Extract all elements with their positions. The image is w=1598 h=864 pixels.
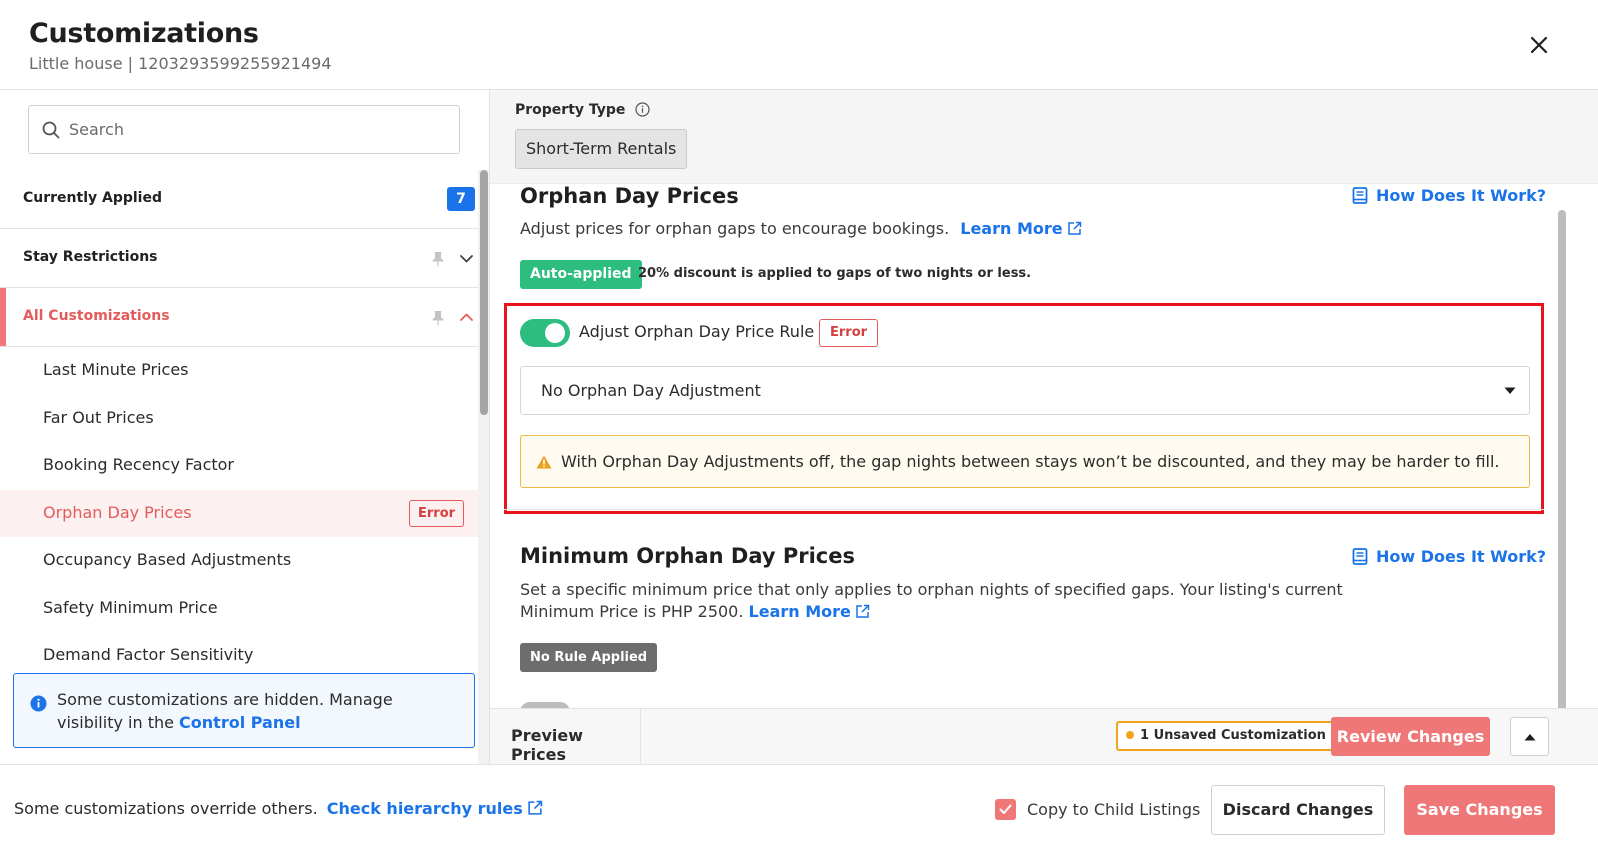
unsaved-dot-icon (1126, 731, 1134, 739)
auto-applied-badge: Auto-applied (520, 260, 642, 289)
expand-up-button[interactable] (1510, 717, 1549, 756)
error-badge: Error (819, 319, 879, 347)
pin-icon[interactable] (431, 310, 445, 326)
sidebar-item-label: Occupancy Based Adjustments (43, 550, 292, 569)
learn-more-label: Learn More (748, 602, 851, 621)
page-title: Customizations (29, 18, 259, 49)
unsaved-text: 1 Unsaved Customization (1140, 728, 1326, 743)
sidebar-item-orphan-day-prices[interactable]: Orphan Day Prices Error (0, 489, 478, 537)
select-value: No Orphan Day Adjustment (541, 381, 761, 400)
book-icon (1352, 187, 1368, 204)
learn-more-link[interactable]: Learn More (749, 602, 870, 621)
sidebar-item-booking-recency-factor[interactable]: Booking Recency Factor (0, 442, 478, 490)
section-label: Stay Restrictions (23, 249, 158, 265)
main-panel: Property Type Short-Term Rentals Orphan … (490, 90, 1598, 764)
sidebar-item-label: Last Minute Prices (43, 360, 189, 379)
sidebar-item-last-minute-prices[interactable]: Last Minute Prices (0, 347, 478, 395)
modal-header: Customizations Little house | 1203293599… (0, 0, 1598, 90)
sidebar-scroll-thumb[interactable] (480, 170, 488, 415)
override-text: Some customizations override others. (14, 799, 318, 818)
copy-to-child-label[interactable]: Copy to Child Listings (1027, 800, 1200, 819)
no-rule-applied-badge: No Rule Applied (520, 643, 658, 672)
sidebar-scrollbar[interactable] (478, 170, 489, 764)
property-type-chip: Short-Term Rentals (515, 129, 688, 169)
info-outline-icon[interactable] (635, 102, 650, 117)
hidden-customizations-note: Some customizations are hidden. Manage v… (13, 673, 475, 748)
sidebar: Currently Applied 7 Stay Restrictions Al… (0, 90, 490, 764)
preview-prices-tab[interactable]: Preview Prices (490, 709, 641, 764)
warning-text: With Orphan Day Adjustments off, the gap… (561, 452, 1500, 471)
hierarchy-link-label: Check hierarchy rules (326, 799, 523, 818)
sidebar-item-safety-minimum-price[interactable]: Safety Minimum Price (0, 585, 478, 633)
learn-more-link[interactable]: Learn More (960, 219, 1081, 238)
checkmark-icon (999, 804, 1012, 814)
how-link-label: How Does It Work? (1376, 186, 1547, 205)
minimum-description-line2: Minimum Price is PHP 2500. (520, 602, 744, 621)
review-changes-button[interactable]: Review Changes (1331, 717, 1490, 756)
preview-prices-label: Preview Prices (511, 726, 584, 764)
sidebar-item-occupancy-based-adjustments[interactable]: Occupancy Based Adjustments (0, 537, 478, 585)
main-scrollbar[interactable] (1558, 210, 1566, 715)
info-icon (30, 695, 47, 712)
warning-alert: With Orphan Day Adjustments off, the gap… (520, 435, 1530, 488)
section-stay-restrictions[interactable]: Stay Restrictions (0, 229, 478, 288)
modal-footer: Some customizations override others. Che… (0, 764, 1598, 864)
external-link-icon (856, 604, 870, 618)
section-currently-applied[interactable]: Currently Applied 7 (0, 170, 478, 229)
learn-more-label: Learn More (960, 219, 1063, 238)
sidebar-item-label: Demand Factor Sensitivity (43, 645, 254, 664)
property-type-bar: Property Type Short-Term Rentals (490, 90, 1598, 184)
auto-applied-text: 20% discount is applied to gaps of two n… (638, 266, 1032, 281)
orphan-adjustment-select[interactable]: No Orphan Day Adjustment (520, 366, 1530, 415)
search-box[interactable] (28, 105, 460, 154)
search-icon (42, 121, 60, 139)
how-link-label: How Does It Work? (1376, 547, 1547, 566)
caret-down-icon (1504, 387, 1516, 394)
book-icon (1352, 548, 1368, 565)
error-badge: Error (409, 499, 465, 527)
control-panel-link[interactable]: Control Panel (179, 713, 301, 732)
orphan-description: Adjust prices for orphan gaps to encoura… (520, 219, 950, 238)
section-all-customizations[interactable]: All Customizations (0, 288, 478, 347)
orphan-rule-toggle[interactable] (520, 319, 570, 347)
hierarchy-rules-link[interactable]: Check hierarchy rules (327, 799, 543, 818)
chevron-down-icon[interactable] (459, 251, 474, 266)
minimum-description-line1: Set a specific minimum price that only a… (520, 580, 1343, 599)
sidebar-item-label: Orphan Day Prices (43, 502, 192, 522)
discard-changes-button[interactable]: Discard Changes (1211, 785, 1385, 835)
sidebar-item-label: Safety Minimum Price (43, 597, 218, 617)
search-input[interactable] (69, 106, 449, 153)
customization-list: Currently Applied 7 Stay Restrictions Al… (0, 170, 478, 680)
sidebar-item-label: Far Out Prices (43, 407, 154, 427)
property-type-label: Property Type (515, 102, 626, 118)
close-icon (1530, 36, 1548, 54)
section-label: Currently Applied (23, 190, 162, 206)
preview-bar: Preview Prices 1 Unsaved Customization R… (490, 708, 1598, 764)
caret-up-icon (1524, 734, 1536, 741)
chevron-up-icon[interactable] (459, 310, 474, 325)
sidebar-item-label: Booking Recency Factor (43, 455, 234, 474)
section-label: All Customizations (23, 308, 170, 324)
orphan-day-prices-title: Orphan Day Prices (520, 184, 739, 208)
how-does-it-work-link[interactable]: How Does It Work? (1352, 186, 1546, 205)
orphan-rule-label: Adjust Orphan Day Price Rule (579, 322, 815, 341)
unsaved-badge: 1 Unsaved Customization (1116, 721, 1336, 751)
section-divider (504, 509, 1544, 510)
external-link-icon (528, 800, 542, 815)
warning-icon (536, 455, 552, 469)
minimum-orphan-day-prices-title: Minimum Orphan Day Prices (520, 544, 855, 568)
copy-to-child-checkbox[interactable] (995, 799, 1016, 820)
sidebar-item-far-out-prices[interactable]: Far Out Prices (0, 395, 478, 443)
applied-count-badge: 7 (447, 187, 475, 211)
close-button[interactable] (1524, 30, 1554, 60)
pin-icon[interactable] (431, 251, 445, 267)
external-link-icon (1067, 221, 1081, 235)
save-changes-button[interactable]: Save Changes (1404, 785, 1555, 835)
how-does-it-work-link[interactable]: How Does It Work? (1352, 547, 1546, 566)
listing-subtitle: Little house | 1203293599255921494 (29, 54, 332, 73)
